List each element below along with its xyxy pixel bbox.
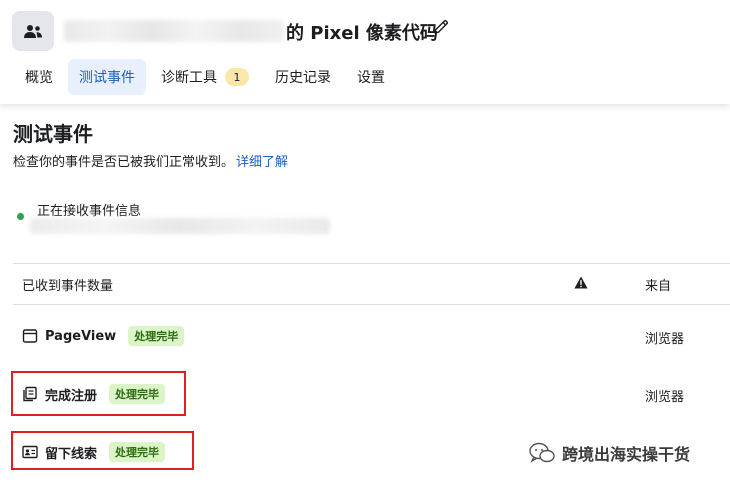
column-header-source: 来自 (645, 279, 672, 294)
pixel-avatar (12, 11, 54, 51)
highlight-box (11, 371, 186, 416)
tab-test-events[interactable]: 测试事件 (68, 59, 146, 95)
diagnostics-count-badge: 1 (225, 68, 249, 86)
page-description: 检查你的事件是否已被我们正常收到。 详细了解 (13, 151, 288, 170)
tab-bar: 概览 测试事件 诊断工具 1 历史记录 设置 (14, 59, 400, 95)
tab-test-events-label: 测试事件 (79, 70, 135, 86)
table-header-divider (13, 304, 730, 305)
status-badge: 处理完毕 (128, 326, 185, 346)
column-header-events: 已收到事件数量 (22, 279, 114, 294)
event-source: 浏览器 (645, 390, 685, 405)
redacted-url (30, 218, 330, 234)
browser-window-icon (22, 329, 38, 343)
tab-settings-label: 设置 (357, 70, 385, 86)
tab-history-label: 历史记录 (275, 70, 331, 86)
watermark-text: 跨境出海实操干货 (562, 445, 691, 464)
highlight-box (11, 431, 194, 470)
receiving-status-text: 正在接收事件信息 (37, 204, 142, 219)
wechat-logo-icon (529, 442, 555, 463)
page-header: 的 Pixel 像素代码 概览 测试事件 诊断工具 1 历史记录 设置 (0, 0, 730, 104)
tab-diagnostics-label: 诊断工具 (161, 70, 217, 86)
tab-overview[interactable]: 概览 (14, 59, 64, 95)
pixel-title: 的 Pixel 像素代码 (286, 23, 438, 44)
wechat-watermark: 跨境出海实操干货 (528, 438, 690, 468)
people-icon (24, 25, 42, 38)
table-row[interactable]: PageView 处理完毕 (22, 324, 185, 348)
tab-overview-label: 概览 (25, 70, 53, 86)
tab-settings[interactable]: 设置 (346, 59, 396, 95)
tab-history[interactable]: 历史记录 (264, 59, 342, 95)
description-text: 检查你的事件是否已被我们正常收到。 (13, 155, 235, 170)
tab-diagnostics[interactable]: 诊断工具 1 (150, 59, 260, 95)
status-indicator-dot (17, 213, 24, 220)
warning-icon (574, 276, 588, 289)
table-divider (13, 263, 730, 264)
learn-more-link[interactable]: 详细了解 (236, 155, 288, 170)
event-name: PageView (45, 328, 117, 344)
pencil-edit-icon[interactable] (432, 18, 450, 36)
page-title: 测试事件 (13, 122, 93, 146)
event-source: 浏览器 (645, 332, 685, 347)
redacted-pixel-name (64, 20, 284, 42)
